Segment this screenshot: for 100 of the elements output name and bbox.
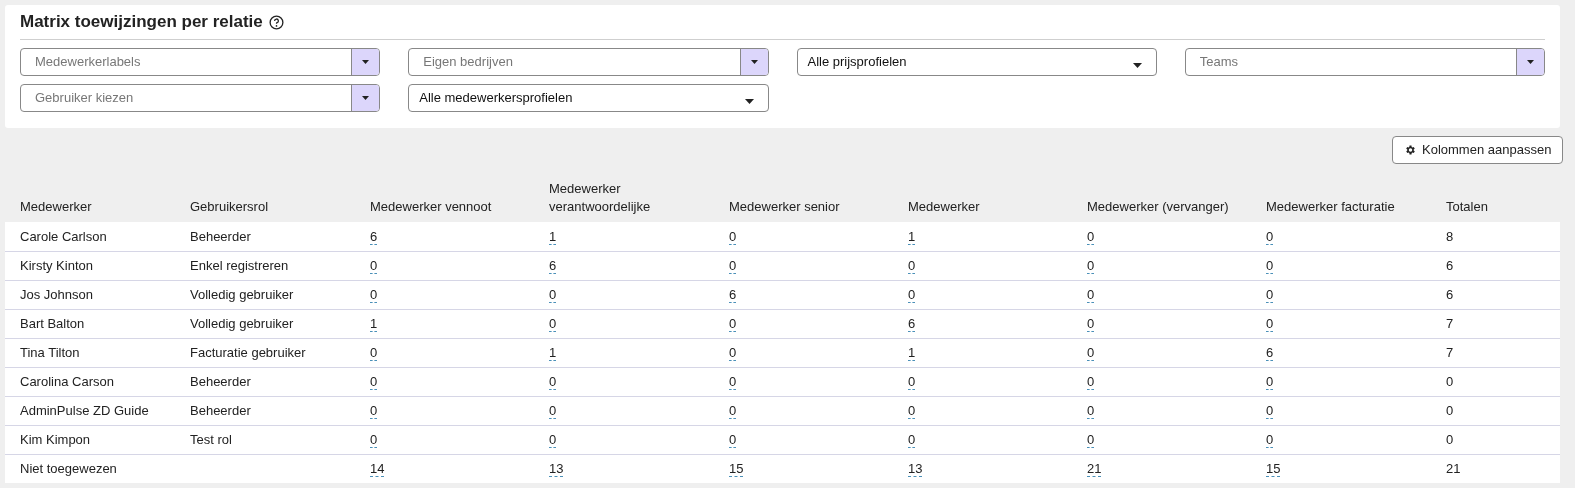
- count-link[interactable]: 0: [1266, 316, 1274, 333]
- multiselect-field[interactable]: Eigen bedrijven: [408, 48, 769, 76]
- caret-icon: [1132, 62, 1142, 68]
- count-link[interactable]: 0: [370, 345, 378, 362]
- count-link[interactable]: 0: [1087, 316, 1095, 333]
- count-link[interactable]: 13: [549, 461, 564, 478]
- count-link[interactable]: 21: [1087, 461, 1102, 478]
- count-link[interactable]: 0: [1266, 258, 1274, 275]
- user-role: Beheerder: [190, 374, 251, 390]
- count-link[interactable]: 0: [729, 374, 737, 391]
- select-field[interactable]: Alle medewerkersprofielen: [408, 84, 769, 112]
- count-link[interactable]: 0: [1266, 403, 1274, 420]
- caret-icon: [1527, 60, 1534, 64]
- column-header: Medewerker (vervanger): [1087, 198, 1230, 216]
- count-link[interactable]: 0: [729, 228, 737, 245]
- count-link[interactable]: 0: [1266, 228, 1274, 245]
- count-link[interactable]: 0: [549, 374, 557, 391]
- count-link[interactable]: 0: [1087, 432, 1095, 449]
- count-link[interactable]: 6: [1266, 345, 1274, 362]
- column-header: Medewerker vennoot: [370, 198, 493, 216]
- select-value: Alle prijsprofielen: [807, 53, 908, 72]
- customize-columns-button[interactable]: Kolommen aanpassen: [1392, 136, 1564, 164]
- count-link[interactable]: 0: [370, 258, 378, 275]
- count-link[interactable]: 0: [370, 374, 378, 391]
- multiselect-field[interactable]: Medewerkerlabels: [20, 48, 381, 76]
- count-link[interactable]: 15: [729, 461, 744, 478]
- count-link[interactable]: 0: [729, 432, 737, 449]
- count-link[interactable]: 15: [1266, 461, 1281, 478]
- count-link[interactable]: 0: [549, 287, 557, 304]
- multiselect-field[interactable]: Teams: [1184, 48, 1545, 76]
- count-link[interactable]: 6: [729, 287, 737, 304]
- count-link[interactable]: 0: [1087, 287, 1095, 304]
- dropdown-button[interactable]: [351, 49, 380, 75]
- column-header: Gebruikersrol: [190, 198, 270, 216]
- count-link[interactable]: 0: [908, 287, 916, 304]
- placeholder-text: Gebruiker kiezen: [34, 89, 135, 108]
- caret-icon: [362, 96, 370, 100]
- employee-name: Carolina Carson: [20, 374, 114, 390]
- count-link[interactable]: 1: [908, 345, 916, 362]
- count-link[interactable]: 0: [1087, 374, 1095, 391]
- count-link[interactable]: 13: [908, 461, 923, 478]
- page-title: Matrix toewijzingen per relatie: [20, 11, 263, 34]
- column-header: Medewerker facturatie: [1266, 198, 1396, 216]
- column-header: Totalen: [1446, 198, 1489, 216]
- total-value: 7: [1446, 345, 1454, 361]
- placeholder-text: Eigen bedrijven: [422, 53, 514, 72]
- count-link[interactable]: 0: [729, 403, 737, 420]
- count-link[interactable]: 0: [1087, 258, 1095, 275]
- employee-name: Bart Balton: [20, 316, 85, 332]
- select-field[interactable]: Alle prijsprofielen: [796, 48, 1157, 76]
- column-header: Medewerker: [20, 198, 93, 216]
- dropdown-button[interactable]: [739, 49, 768, 75]
- count-link[interactable]: 0: [549, 432, 557, 449]
- count-link[interactable]: 0: [729, 316, 737, 333]
- count-link[interactable]: 0: [370, 432, 378, 449]
- dropdown-button[interactable]: [351, 85, 380, 111]
- count-link[interactable]: 0: [1087, 345, 1095, 362]
- count-link[interactable]: 14: [370, 461, 385, 478]
- count-link[interactable]: 0: [1087, 228, 1095, 245]
- dropdown-button[interactable]: [1516, 49, 1544, 75]
- count-link[interactable]: 1: [549, 345, 557, 362]
- employee-name: Tina Tilton: [20, 345, 80, 361]
- count-link[interactable]: 6: [370, 228, 378, 245]
- multiselect-field[interactable]: Gebruiker kiezen: [20, 84, 381, 112]
- count-link[interactable]: 0: [1266, 432, 1274, 449]
- count-link[interactable]: 0: [729, 345, 737, 362]
- column-header: Medewerker senior: [729, 198, 841, 216]
- total-value: 21: [1446, 461, 1461, 477]
- user-role: Beheerder: [190, 403, 251, 419]
- total-value: 8: [1446, 228, 1454, 244]
- employee-name: Carole Carlson: [20, 228, 107, 244]
- count-link[interactable]: 0: [908, 374, 916, 391]
- count-link[interactable]: 1: [549, 228, 557, 245]
- count-link[interactable]: 0: [1266, 374, 1274, 391]
- count-link[interactable]: 0: [1266, 287, 1274, 304]
- count-link[interactable]: 6: [549, 258, 557, 275]
- caret-icon: [362, 60, 370, 64]
- column-header: Medewerker: [908, 198, 981, 216]
- count-link[interactable]: 0: [370, 287, 378, 304]
- count-link[interactable]: 0: [908, 258, 916, 275]
- count-link[interactable]: 1: [908, 228, 916, 245]
- help-icon[interactable]: [268, 14, 284, 30]
- employee-name: Kirsty Kinton: [20, 258, 93, 274]
- employee-name: Jos Johnson: [20, 287, 93, 303]
- count-link[interactable]: 0: [549, 403, 557, 420]
- user-role: Volledig gebruiker: [190, 287, 294, 303]
- employee-name: Kim Kimpon: [20, 432, 91, 448]
- count-link[interactable]: 0: [1087, 403, 1095, 420]
- total-value: 0: [1446, 403, 1454, 419]
- count-link[interactable]: 0: [549, 316, 557, 333]
- employee-name: Niet toegewezen: [20, 461, 117, 477]
- count-link[interactable]: 0: [908, 432, 916, 449]
- user-role: Beheerder: [190, 228, 251, 244]
- count-link[interactable]: 0: [729, 258, 737, 275]
- count-link[interactable]: 0: [908, 403, 916, 420]
- select-value: Alle medewerkersprofielen: [419, 89, 574, 108]
- count-link[interactable]: 0: [370, 403, 378, 420]
- count-link[interactable]: 6: [908, 316, 916, 333]
- user-role: Volledig gebruiker: [190, 316, 294, 332]
- count-link[interactable]: 1: [370, 316, 378, 333]
